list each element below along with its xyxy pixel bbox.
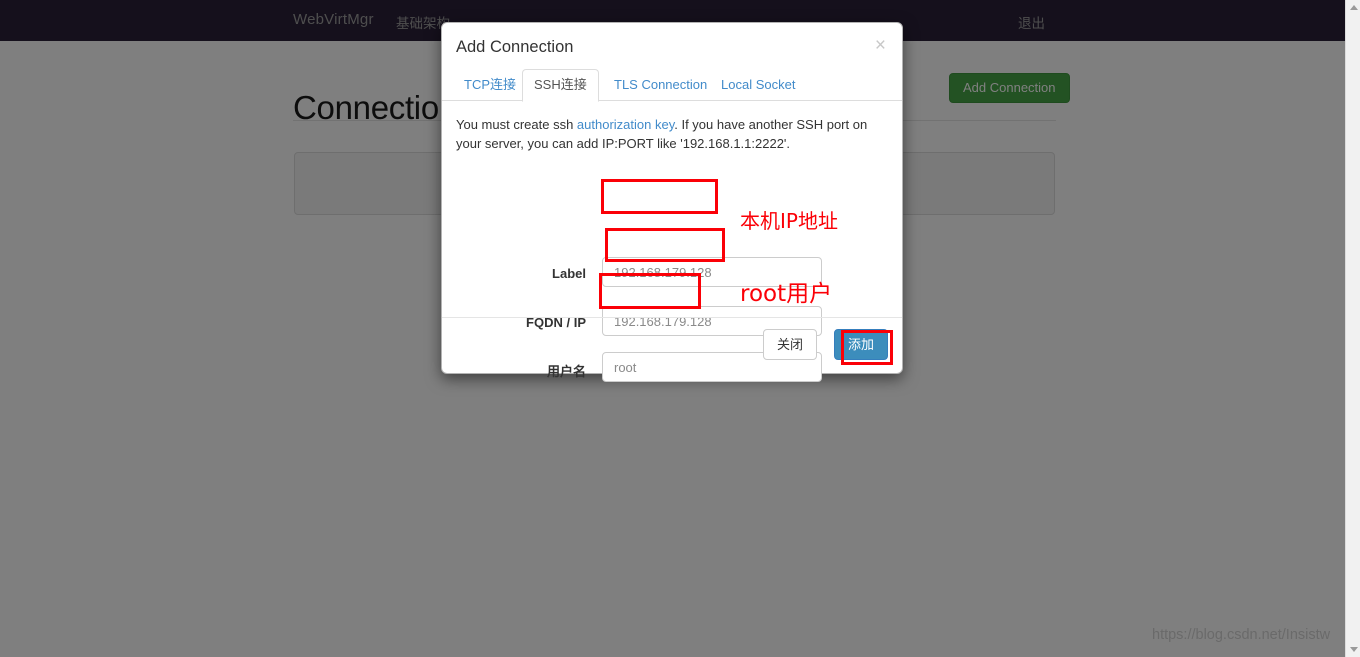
modal-close-button[interactable]: 关闭 [762,329,817,360]
close-icon[interactable]: × [871,32,890,59]
modal-footer: 关闭 添加 [442,317,902,373]
ssh-help-text: You must create ssh authorization key. I… [456,115,880,153]
annotation-box-fqdn-field [605,228,725,262]
tab-tls-connection[interactable]: TLS Connection [602,69,719,102]
vertical-scrollbar[interactable] [1345,0,1360,657]
annotation-box-submit-button [841,330,893,365]
help-text-before: You must create ssh [456,117,577,132]
modal-header: Add Connection × [442,23,902,69]
tab-local-socket[interactable]: Local Socket [709,69,807,102]
modal-title: Add Connection [456,38,574,56]
browser-viewport: WebVirtMgr 基础架构 退出 Connections Add Conne… [0,0,1360,657]
annotation-text-ip-address: 本机IP地址 [740,209,838,233]
modal-tab-bar: TCP连接 SSH连接 TLS Connection Local Socket [442,69,902,102]
annotation-box-label-field [601,179,718,214]
authorization-key-link[interactable]: authorization key [577,117,674,132]
annotation-text-root-user: root用户 [740,281,833,307]
tab-tcp-connection[interactable]: TCP连接 [452,69,528,102]
label-field-label: Label [552,266,586,281]
scroll-down-arrow-icon[interactable] [1346,642,1360,657]
annotation-box-username-field [599,273,701,309]
tab-ssh-connection[interactable]: SSH连接 [522,69,599,102]
scroll-up-arrow-icon[interactable] [1346,0,1360,15]
